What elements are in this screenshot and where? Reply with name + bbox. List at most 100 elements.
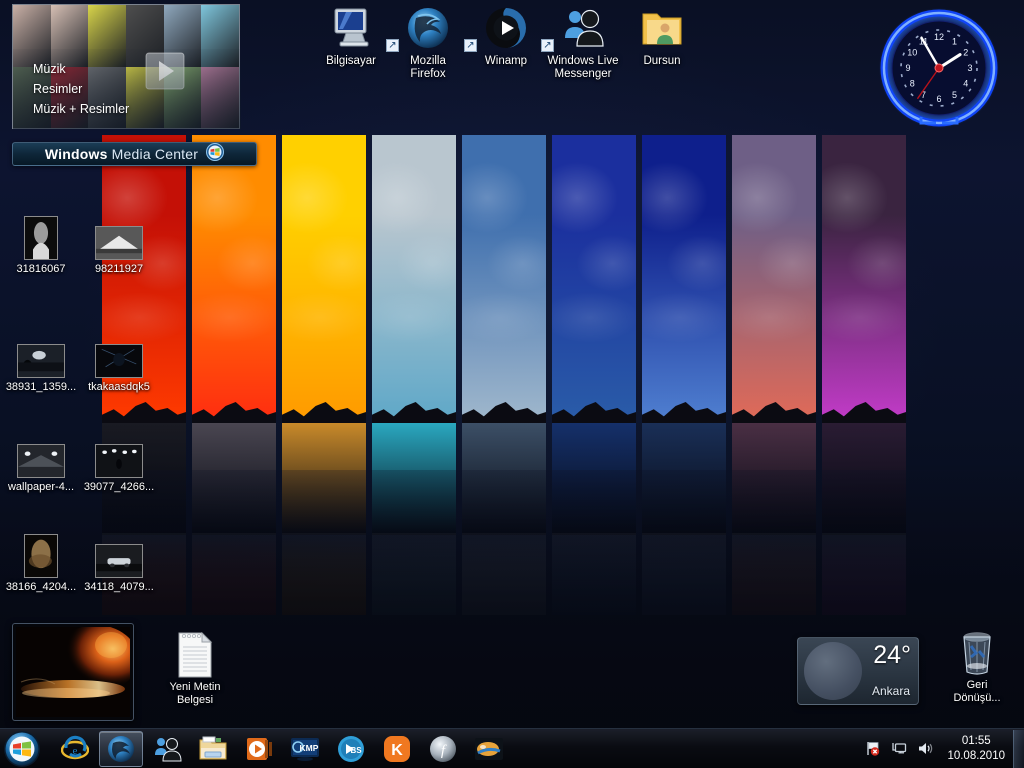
strip-sky <box>642 135 726 420</box>
text-file-icon <box>153 630 237 678</box>
media-center-item-resimler[interactable]: Resimler <box>33 79 241 99</box>
desktop-icon-label: tkakaasdqk5 <box>88 381 150 393</box>
neon-clock-gadget[interactable]: 121234567891011 <box>876 5 1002 131</box>
strip-sky <box>282 135 366 420</box>
desktop-icon-image-file[interactable]: 34118_4079... <box>78 530 160 594</box>
desktop-icon-label: wallpaper-4... <box>7 481 75 493</box>
taskbar-buttons: e KMP BS Kf <box>53 730 511 767</box>
svg-text:e: e <box>73 745 78 757</box>
clock-hour-4: 4 <box>963 79 968 89</box>
taskbar-button-windows-explorer[interactable] <box>191 731 235 767</box>
photo-thumbnail-icon <box>0 430 82 478</box>
strip-sky <box>732 135 816 420</box>
desktop-icon-image-file[interactable]: wallpaper-4... <box>0 430 82 494</box>
desktop-icon-label: 31816067 <box>16 263 66 275</box>
photo-thumbnail-icon <box>78 212 160 260</box>
flash-icon: f <box>429 735 457 763</box>
weather-temperature: 24° <box>873 641 911 669</box>
taskbar-button-bs-player[interactable]: BS <box>329 731 373 767</box>
photo-thumbnail-icon <box>78 330 160 378</box>
folder-icon <box>198 736 228 762</box>
kmplayer-icon: KMP <box>290 736 320 762</box>
desktop-icon-messenger[interactable]: ↗ Windows Live Messenger <box>539 5 627 81</box>
desktop-icon-label: Dursun <box>643 55 681 67</box>
firefox-icon <box>107 735 135 763</box>
photo-thumbnail-icon <box>0 330 82 378</box>
desktop-icon-firefox[interactable]: ↗ Mozilla Firefox <box>384 5 472 81</box>
bsplayer-icon: BS <box>337 735 365 763</box>
desktop-icon-label: Mozilla Firefox <box>410 55 446 80</box>
weather-gadget[interactable]: 24° Ankara <box>797 637 919 705</box>
media-center-item-muzik[interactable]: Müzik <box>33 59 241 79</box>
strip-sky <box>552 135 636 420</box>
desktop-icon-image-file[interactable]: tkakaasdqk5 <box>78 330 160 394</box>
taskbar-button-kmplayer[interactable]: KMP <box>283 731 327 767</box>
image-thumbnail <box>24 534 58 578</box>
desktop-icon-image-file[interactable]: 39077_4266... <box>78 430 160 494</box>
computer-icon <box>307 5 395 51</box>
clock-date: 10.08.2010 <box>947 749 1005 762</box>
taskbar-button-internet-explorer[interactable]: e <box>53 731 97 767</box>
desktop[interactable]: Müzik Resimler Müzik + Resimler Windows … <box>0 0 1024 768</box>
photo-thumbnail-icon <box>0 212 82 260</box>
media-center-menu[interactable]: Müzik Resimler Müzik + Resimler <box>13 49 241 129</box>
windows-flag-icon <box>206 142 225 166</box>
desktop-icon-image-file[interactable]: 98211927 <box>78 212 160 276</box>
weather-city: Ankara <box>871 684 910 698</box>
strip-sky <box>822 135 906 420</box>
taskbar-button-live-messenger[interactable] <box>145 731 189 767</box>
desktop-icon-label: Winamp <box>484 55 528 67</box>
svg-text:K: K <box>391 742 403 759</box>
shortcut-arrow-icon: ↗ <box>464 39 477 52</box>
paint-icon <box>474 736 504 762</box>
desktop-icon-user-folder[interactable]: Dursun <box>618 5 706 68</box>
image-thumbnail <box>95 544 143 578</box>
photo-thumbnail-icon <box>78 530 160 578</box>
desktop-icon-text-document[interactable]: Yeni Metin Belgesi <box>153 630 237 706</box>
messenger-icon: ↗ <box>539 5 627 52</box>
windows-start-orb-icon[interactable] <box>3 730 41 768</box>
media-center-banner-text: Windows Media Center <box>44 146 199 162</box>
media-center-banner[interactable]: Windows Media Center <box>12 142 257 166</box>
desktop-icon-recycle-bin[interactable]: Geri Dönüşü... <box>935 628 1019 704</box>
winamp-icon: ↗ <box>462 5 550 52</box>
taskbar-button-flash-player[interactable]: f <box>421 731 465 767</box>
desktop-icon-image-file[interactable]: 38931_1359... <box>0 330 82 394</box>
desktop-icon-label: 39077_4266... <box>83 481 155 493</box>
clock-hour-3: 3 <box>967 63 972 73</box>
shortcut-arrow-icon: ↗ <box>386 39 399 52</box>
clock-hour-6: 6 <box>936 94 941 104</box>
slideshow-gadget[interactable] <box>12 623 134 721</box>
network-monitor-icon[interactable] <box>891 740 908 757</box>
desktop-icon-computer[interactable]: Bilgisayar <box>307 5 395 68</box>
taskbar-clock[interactable]: 01:55 10.08.2010 <box>939 734 1013 764</box>
desktop-icon-image-file[interactable]: 38166_4204... <box>0 530 82 594</box>
taskbar[interactable]: e KMP BS Kf 01:55 10.08.2010 <box>0 728 1024 768</box>
flag-warning-icon[interactable] <box>865 740 882 757</box>
ie-icon: e <box>61 735 89 763</box>
media-center-gadget[interactable]: Müzik Resimler Müzik + Resimler Windows … <box>12 4 257 166</box>
taskbar-button-media-player[interactable] <box>237 731 281 767</box>
image-thumbnail <box>95 226 143 260</box>
taskbar-button-kaspersky[interactable]: K <box>375 731 419 767</box>
strip-sky <box>372 135 456 420</box>
taskbar-button-paint-app[interactable] <box>467 731 511 767</box>
image-thumbnail <box>95 444 143 478</box>
clock-hour-5: 5 <box>952 90 957 100</box>
image-thumbnail <box>17 344 65 378</box>
show-desktop-button[interactable] <box>1013 729 1024 768</box>
messenger-icon <box>152 735 182 763</box>
strip-sky <box>462 135 546 420</box>
speaker-icon[interactable] <box>917 740 934 757</box>
taskbar-button-mozilla-firefox[interactable] <box>99 730 143 767</box>
desktop-icon-image-file[interactable]: 31816067 <box>0 212 82 276</box>
clock-hour-9: 9 <box>905 63 910 73</box>
image-thumbnail <box>95 344 143 378</box>
desktop-icon-label: Geri Dönüşü... <box>953 679 1001 704</box>
desktop-icon-label: 34118_4079... <box>84 581 154 593</box>
desktop-icon-winamp[interactable]: ↗ Winamp <box>462 5 550 68</box>
clock-time: 01:55 <box>961 734 991 747</box>
image-thumbnail <box>24 216 58 260</box>
desktop-icon-label: 98211927 <box>94 263 144 275</box>
media-center-item-muzik-resimler[interactable]: Müzik + Resimler <box>33 99 241 119</box>
